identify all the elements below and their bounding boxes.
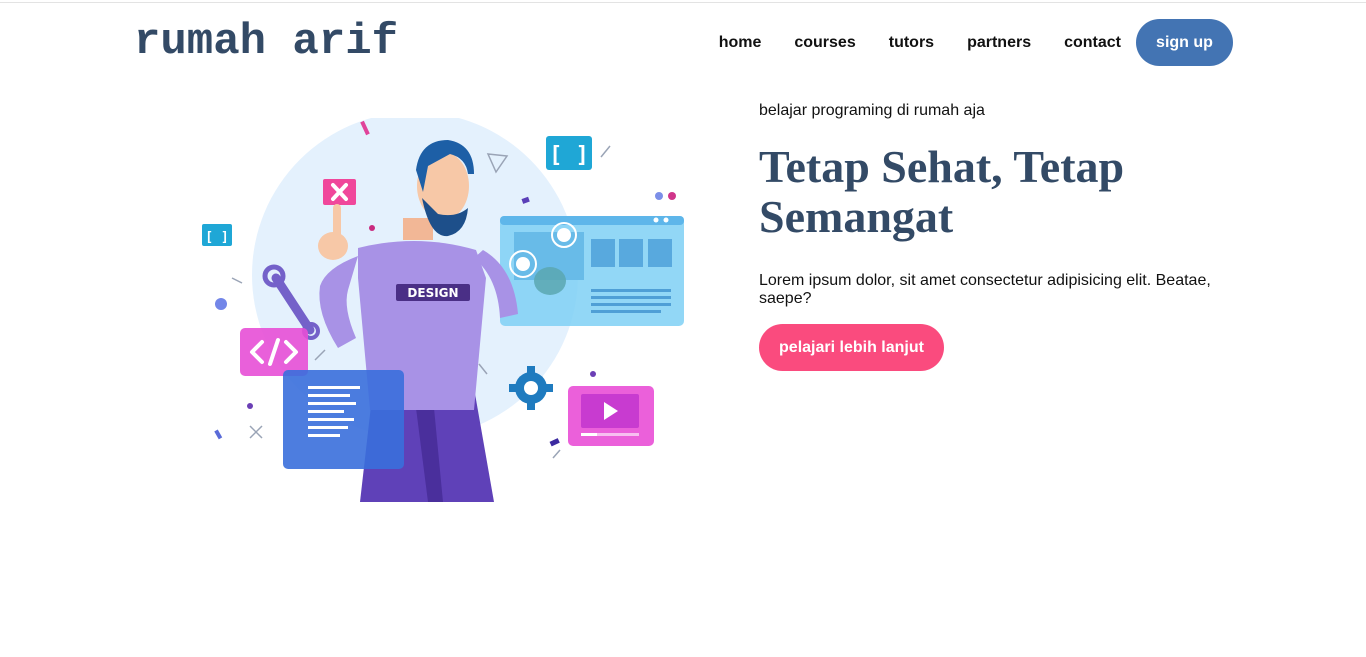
signup-button[interactable]: sign up bbox=[1136, 19, 1233, 66]
hero-description: Lorem ipsum dolor, sit amet consectetur … bbox=[759, 272, 1211, 307]
hero-headline: Tetap Sehat, Tetap Semangat bbox=[759, 141, 1125, 242]
design-badge: DESIGN bbox=[407, 286, 458, 300]
site-logo[interactable]: rumah arif bbox=[134, 18, 398, 66]
play-icon bbox=[568, 386, 654, 446]
nav-partners[interactable]: partners bbox=[967, 34, 1031, 52]
hero-kicker: belajar programing di rumah aja bbox=[759, 102, 985, 119]
learn-more-button[interactable]: pelajari lebih lanjut bbox=[759, 324, 944, 371]
main-nav: home courses tutors partners contact sig… bbox=[719, 19, 1233, 66]
top-border bbox=[0, 2, 1366, 3]
close-icon bbox=[323, 179, 356, 205]
nav-contact[interactable]: contact bbox=[1064, 34, 1121, 52]
hero-section: belajar programing di rumah aja Tetap Se… bbox=[759, 102, 1239, 371]
nav-courses[interactable]: courses bbox=[794, 34, 855, 52]
svg-text:[ ]: [ ] bbox=[549, 143, 589, 168]
hero-illustration: [ ] [ ] DESIGN bbox=[202, 118, 684, 502]
svg-text:[ ]: [ ] bbox=[205, 230, 228, 245]
browser-window bbox=[500, 216, 684, 326]
code-document-window bbox=[283, 370, 404, 469]
nav-tutors[interactable]: tutors bbox=[889, 34, 934, 52]
nav-home[interactable]: home bbox=[719, 34, 762, 52]
code-icon bbox=[240, 328, 308, 376]
